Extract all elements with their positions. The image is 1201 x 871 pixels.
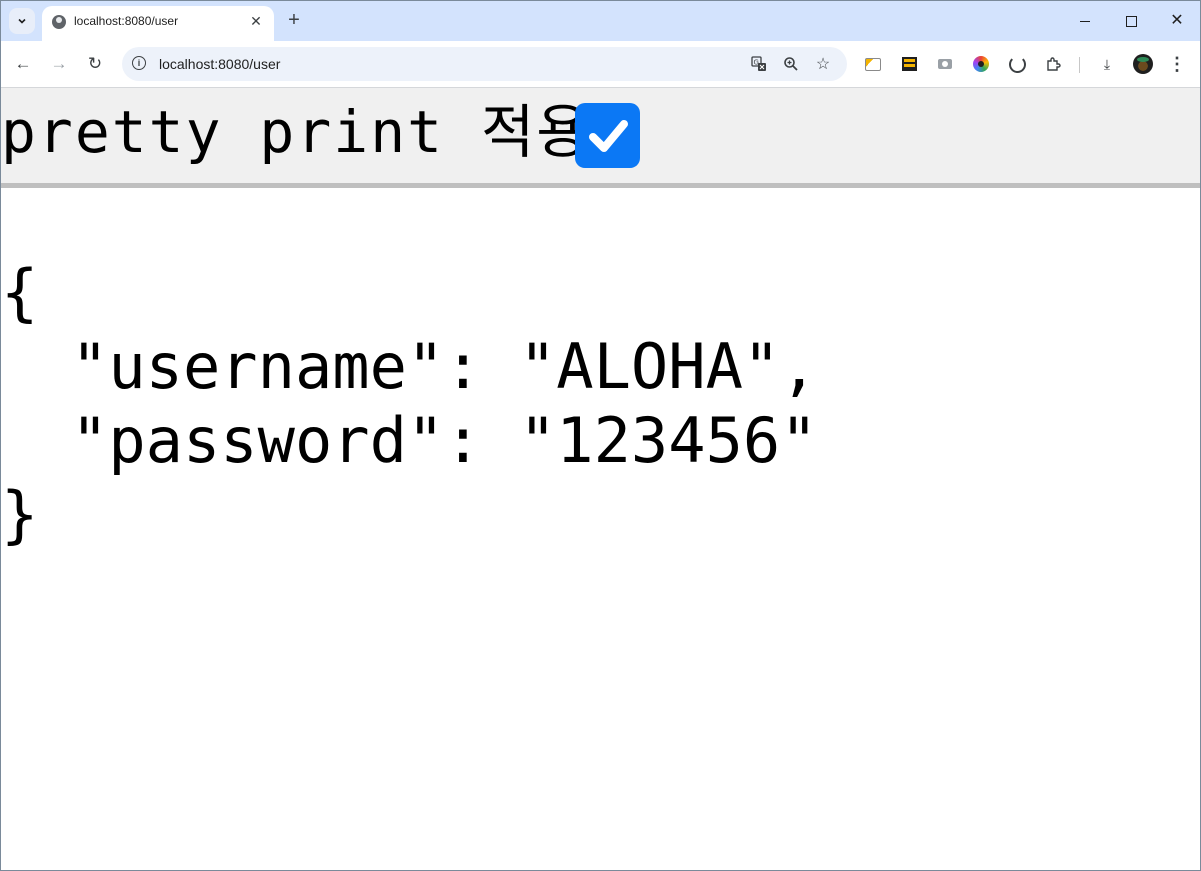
browser-window: localhost:8080/user ✕ + ✕ ← → ↻ i localh… xyxy=(0,0,1201,871)
json-value: "123456" xyxy=(518,404,818,477)
forward-button[interactable]: → xyxy=(46,51,72,77)
extension-sync-icon[interactable] xyxy=(1006,53,1028,75)
globe-icon xyxy=(52,15,66,29)
close-tab-icon[interactable]: ✕ xyxy=(246,11,266,31)
download-icon[interactable]: ⤓ xyxy=(1096,53,1118,75)
pretty-print-bar: pretty print 적용 xyxy=(1,88,1200,188)
bookmark-star-icon[interactable]: ☆ xyxy=(813,54,833,74)
json-key: "username": xyxy=(71,330,519,403)
page-content: pretty print 적용 {"username": "ALOHA", "pa… xyxy=(1,88,1200,870)
maximize-button[interactable] xyxy=(1111,7,1151,35)
json-entry-username: "username": "ALOHA", xyxy=(1,330,818,404)
maximize-icon xyxy=(1125,15,1137,27)
extension-film-icon[interactable] xyxy=(898,53,920,75)
close-window-button[interactable]: ✕ xyxy=(1157,7,1197,35)
extension-slides-icon[interactable] xyxy=(862,53,884,75)
back-button[interactable]: ← xyxy=(10,51,36,77)
active-tab[interactable]: localhost:8080/user ✕ xyxy=(42,6,274,41)
new-tab-button[interactable]: + xyxy=(283,9,305,31)
url-text[interactable]: localhost:8080/user xyxy=(159,56,280,72)
zoom-icon[interactable] xyxy=(781,54,801,74)
menu-kebab-icon[interactable]: ⋮ xyxy=(1166,53,1188,75)
extension-color-wheel-icon[interactable] xyxy=(970,53,992,75)
close-icon: ✕ xyxy=(1170,12,1184,29)
tab-strip: localhost:8080/user ✕ + ✕ xyxy=(1,1,1200,41)
translate-icon[interactable]: G xyxy=(749,54,769,74)
browser-toolbar: ← → ↻ i localhost:8080/user G ☆ ⤓ ⋮ xyxy=(1,41,1200,88)
pretty-print-label: pretty print 적용 xyxy=(1,98,592,166)
json-entry-password: "password": "123456" xyxy=(1,404,818,478)
json-open-brace: { xyxy=(1,256,39,329)
minimize-button[interactable] xyxy=(1065,7,1105,35)
site-info-icon[interactable]: i xyxy=(132,56,146,70)
tab-title: localhost:8080/user xyxy=(74,14,179,28)
chevron-down-icon xyxy=(18,18,26,24)
json-key: "password": xyxy=(71,404,519,477)
address-bar[interactable]: i localhost:8080/user G ☆ xyxy=(122,47,847,81)
checkmark-icon xyxy=(588,119,628,152)
profile-avatar[interactable] xyxy=(1132,53,1154,75)
pretty-print-checkbox[interactable] xyxy=(575,103,640,168)
toolbar-divider xyxy=(1079,57,1080,73)
minimize-icon xyxy=(1080,20,1090,22)
json-value: "ALOHA", xyxy=(518,330,818,403)
extensions-puzzle-icon[interactable] xyxy=(1042,53,1064,75)
reload-button[interactable]: ↻ xyxy=(82,51,108,77)
json-close-brace: } xyxy=(1,478,39,551)
extension-camera-icon[interactable] xyxy=(934,53,956,75)
tab-search-button[interactable] xyxy=(9,8,35,34)
json-output: {"username": "ALOHA", "password": "123456… xyxy=(1,256,818,552)
